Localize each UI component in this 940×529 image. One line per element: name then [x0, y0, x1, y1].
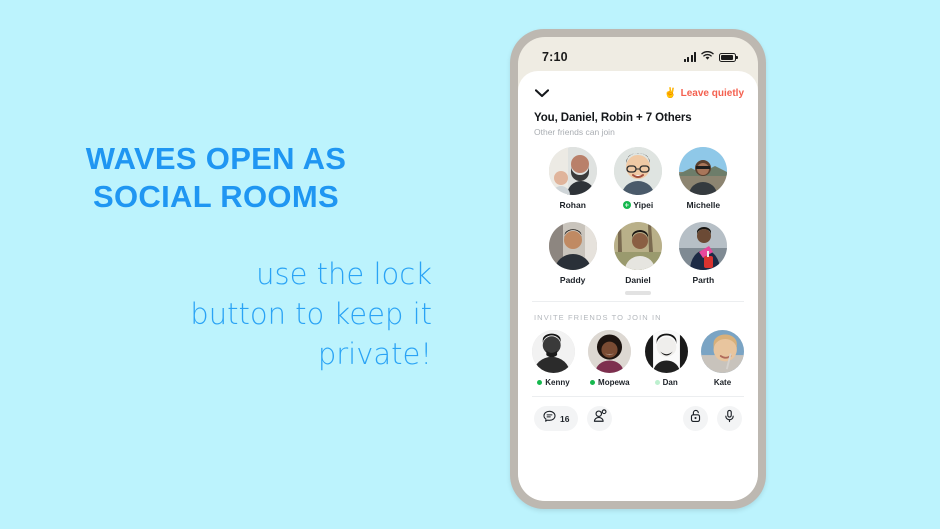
toolbar-right-group [683, 406, 742, 431]
sheet-drag-handle[interactable] [625, 291, 651, 295]
promo-headline: WAVES OPEN AS SOCIAL ROOMS [0, 140, 460, 216]
invite-person-name: Kenny [537, 378, 570, 387]
add-person-button[interactable] [587, 406, 613, 431]
unlocked-padlock-icon [689, 409, 702, 428]
participant-tile[interactable]: Michelle [671, 147, 736, 210]
participant-tile[interactable]: Daniel [605, 222, 670, 285]
avatar [700, 330, 744, 373]
room-subtitle: Other friends can join [534, 127, 615, 137]
signal-bars-icon [683, 52, 696, 62]
promo-subtext-line-3: private! [317, 337, 432, 371]
microphone-button[interactable] [717, 406, 742, 431]
promo-headline-line-2: SOCIAL ROOMS [93, 179, 339, 214]
invite-person-name-text: Kate [713, 378, 732, 387]
participant-name: Michelle [687, 200, 721, 210]
participant-tile[interactable]: Rohan [540, 147, 605, 210]
leave-quietly-button[interactable]: ✌️ Leave quietly [664, 88, 744, 99]
battery-icon [719, 52, 738, 62]
phone-mockup: 7:10 ✌️ Leave quietly You, Daniel, Robin… [510, 29, 766, 509]
promo-text-block: WAVES OPEN AS SOCIAL ROOMS use the lock … [0, 140, 460, 374]
invite-person-name: Mopewa [590, 378, 630, 387]
invite-section-label: INVITE FRIENDS TO JOIN IN [534, 313, 662, 322]
microphone-icon [723, 409, 736, 428]
invite-person-tile[interactable]: Kenny [532, 330, 575, 387]
avatar [613, 147, 662, 195]
avatar [548, 222, 597, 270]
verified-plus-badge-icon [622, 201, 631, 209]
chat-bubble-icon [543, 410, 556, 428]
invite-person-name: Dan [654, 378, 678, 387]
lock-room-button[interactable] [683, 406, 708, 431]
participants-grid: Rohan Yipei Michelle Paddy Daniel Parth [518, 147, 758, 297]
participant-name: Paddy [560, 275, 586, 285]
participant-name: Yipei [622, 200, 654, 210]
peace-hand-emoji: ✌️ [664, 87, 677, 99]
online-status-dot [654, 380, 660, 385]
participant-tile[interactable]: Parth [671, 222, 736, 285]
participant-tile[interactable]: Yipei [605, 147, 670, 210]
invite-person-tile[interactable]: Kate [700, 330, 744, 387]
promo-headline-line-1: WAVES OPEN AS [85, 141, 347, 176]
promo-subtext-line-1: use the lock [256, 257, 432, 291]
status-bar-clock: 7:10 [542, 50, 568, 64]
invite-person-name-text: Kenny [545, 378, 570, 387]
participant-name-text: Daniel [625, 275, 651, 285]
chat-button[interactable]: 16 [534, 406, 579, 431]
promo-subtext: use the lock button to keep it private! [0, 254, 460, 374]
invite-person-name-text: Dan [662, 378, 678, 387]
avatar [679, 147, 728, 195]
status-bar-icons [683, 48, 738, 66]
invite-person-tile[interactable]: Mopewa [588, 330, 632, 387]
participant-name: Parth [692, 275, 714, 285]
online-status-dot [590, 380, 596, 385]
wifi-icon [701, 48, 714, 66]
section-divider [532, 301, 744, 302]
avatar [588, 330, 632, 373]
bottom-toolbar: 16 [518, 397, 758, 431]
participant-tile[interactable]: Paddy [540, 222, 605, 285]
room-sheet: ✌️ Leave quietly You, Daniel, Robin + 7 … [518, 71, 758, 501]
participant-name: Rohan [559, 200, 585, 210]
participant-name-text: Michelle [686, 200, 721, 210]
toolbar-left-group: 16 [534, 406, 613, 431]
participant-name-text: Paddy [559, 275, 586, 285]
room-title: You, Daniel, Robin + 7 Others [534, 112, 692, 124]
invite-friends-row: Kenny Mopewa Dan Kate [518, 322, 758, 387]
participant-name: Daniel [625, 275, 651, 285]
add-person-icon [593, 409, 607, 428]
sheet-header: ✌️ Leave quietly [518, 71, 758, 103]
avatar [679, 222, 728, 270]
avatar [532, 330, 575, 373]
avatar [613, 222, 662, 270]
participant-name-text: Rohan [559, 200, 586, 210]
promo-subtext-line-2: button to keep it [190, 297, 432, 331]
invite-person-name-text: Mopewa [598, 378, 630, 387]
avatar [644, 330, 688, 373]
chat-unread-count: 16 [560, 413, 570, 424]
chevron-down-icon[interactable] [532, 83, 552, 103]
participant-name-text: Parth [692, 275, 715, 285]
phone-screen: 7:10 ✌️ Leave quietly You, Daniel, Robin… [518, 37, 758, 501]
participant-name-text: Yipei [633, 200, 654, 210]
invite-person-tile[interactable]: Dan [644, 330, 688, 387]
online-status-dot [537, 380, 543, 385]
participants-scroll-area[interactable]: Rohan Yipei Michelle Paddy Daniel Parth [518, 147, 758, 297]
invite-person-name: Kate [714, 378, 731, 387]
avatar [548, 147, 597, 195]
leave-quietly-label: Leave quietly [680, 87, 744, 99]
